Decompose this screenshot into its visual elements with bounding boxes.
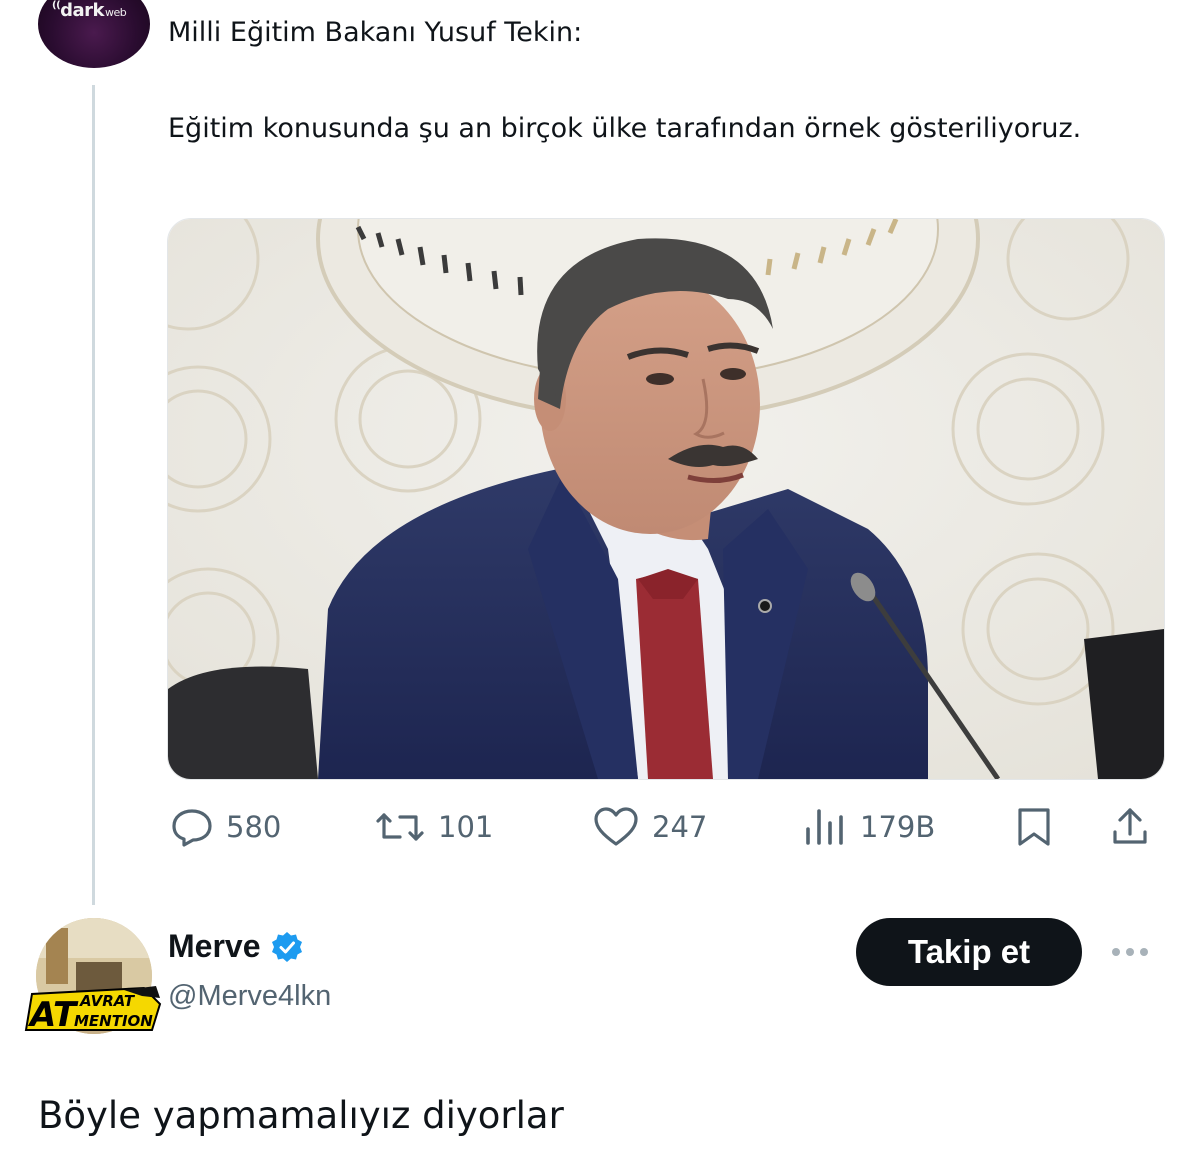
- tweet-text-body: Eğitim konusunda şu an birçok ülke taraf…: [168, 113, 1082, 144]
- more-options-icon[interactable]: [1112, 940, 1162, 964]
- retweet-icon: [376, 813, 424, 841]
- retweet-count: 101: [438, 810, 494, 844]
- bookmark-button[interactable]: [1014, 804, 1054, 850]
- share-button[interactable]: [1110, 804, 1150, 850]
- verified-badge-icon: [271, 931, 302, 962]
- badge-top: AVRAT: [79, 992, 136, 1010]
- avrat-mention-badge: AT AVRAT MENTION: [24, 984, 162, 1035]
- badge-bottom: MENTION: [74, 1012, 153, 1030]
- darkweb-avatar[interactable]: ((darkweb: [38, 0, 150, 68]
- badge-big: AT: [27, 995, 79, 1032]
- user-handle[interactable]: @Merve4lkn: [168, 980, 331, 1013]
- reply-icon: [172, 809, 212, 847]
- reply-text: Böyle yapmamalıyız diyorlar: [38, 1094, 564, 1137]
- share-icon: [1113, 808, 1147, 844]
- dot: [1140, 948, 1148, 956]
- avatar-logo: ((darkweb: [52, 0, 127, 21]
- speaker-photo-icon: [168, 219, 1164, 779]
- reply-button[interactable]: 580: [170, 804, 281, 850]
- follow-button[interactable]: Takip et: [856, 918, 1082, 986]
- heart-icon: [594, 807, 638, 846]
- like-count: 247: [652, 810, 708, 844]
- like-button[interactable]: 247: [592, 804, 707, 850]
- views-button[interactable]: 179B: [802, 804, 935, 850]
- bookmark-icon: [1018, 808, 1050, 846]
- display-name: Merve: [168, 928, 261, 964]
- tweet-media-photo[interactable]: [167, 218, 1165, 780]
- thread-line: [92, 85, 95, 905]
- dot: [1126, 948, 1134, 956]
- avatar-logo-suffix: web: [105, 6, 127, 19]
- tweet-text-line1: Milli Eğitim Bakanı Yusuf Tekin:: [168, 17, 583, 48]
- dot: [1112, 948, 1120, 956]
- views-chart-icon: [806, 809, 843, 845]
- views-count: 179B: [860, 810, 936, 844]
- retweet-button[interactable]: 101: [374, 804, 493, 850]
- avatar-logo-main: dark: [60, 0, 105, 21]
- wifi-icon: ((: [52, 0, 61, 11]
- reply-count: 580: [226, 810, 282, 844]
- avrat-mention-logo-icon: AT AVRAT MENTION: [24, 986, 162, 1035]
- user-name[interactable]: Merve: [168, 928, 303, 965]
